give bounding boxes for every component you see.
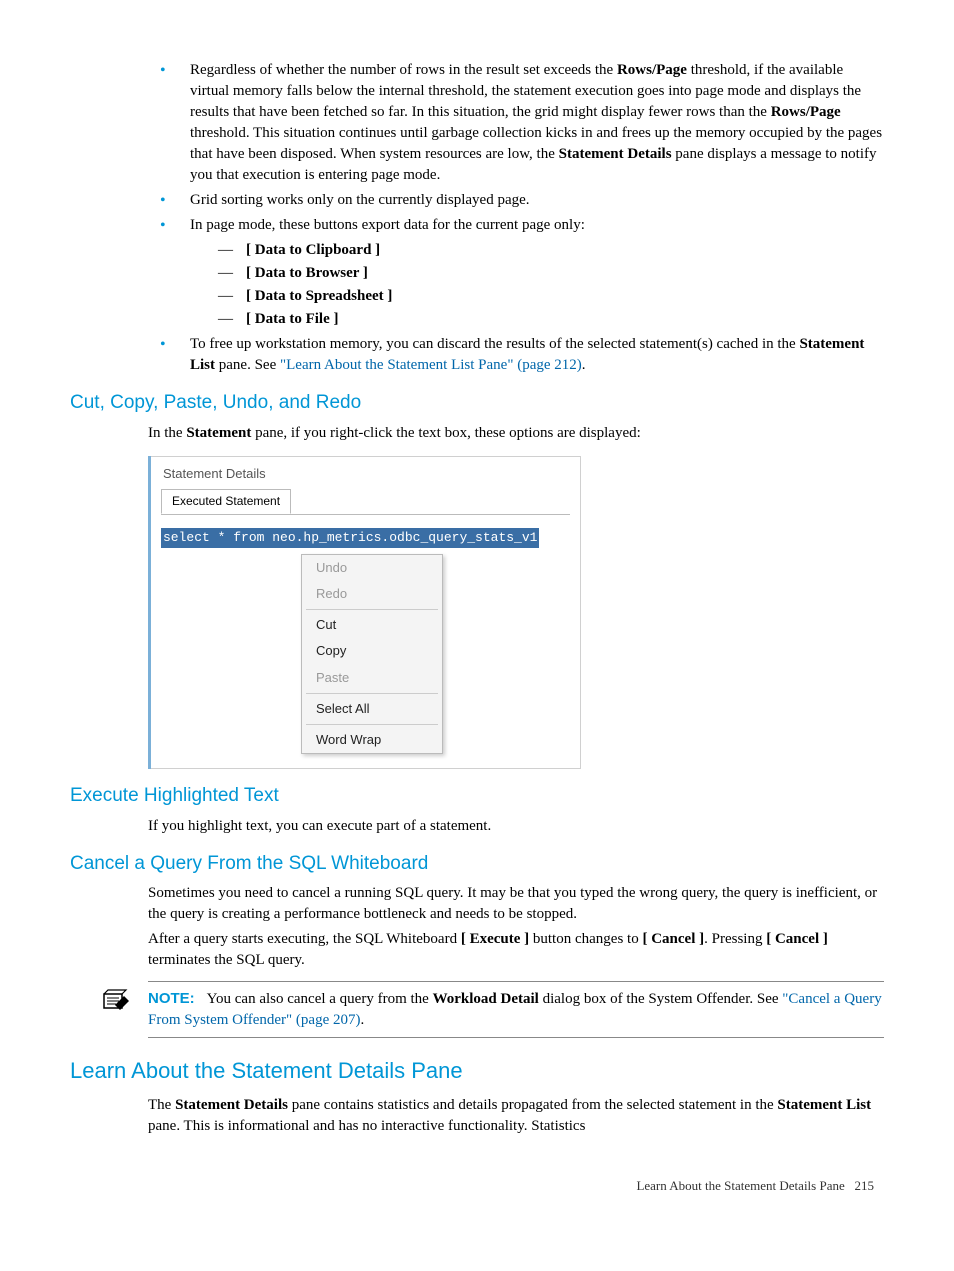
bold-text: Workload Detail [433,991,539,1007]
note-pencil-icon [102,988,130,1012]
paragraph: If you highlight text, you can execute p… [148,816,884,837]
menu-item-select-all[interactable]: Select All [302,696,442,722]
panel-title: Statement Details [161,465,570,483]
menu-item-redo[interactable]: Redo [302,581,442,607]
bold-text: [ Cancel ] [766,931,828,947]
tab-bar: Executed Statement [161,489,570,515]
bullet-item: Grid sorting works only on the currently… [160,190,884,211]
text: The [148,1097,175,1113]
text: In the [148,425,186,441]
menu-item-word-wrap[interactable]: Word Wrap [302,727,442,753]
footer-title: Learn About the Statement Details Pane [636,1178,844,1193]
section-heading-cut-copy: Cut, Copy, Paste, Undo, and Redo [70,390,884,417]
menu-item-copy[interactable]: Copy [302,638,442,664]
page-number: 215 [855,1178,875,1193]
section-heading-learn-about: Learn About the Statement Details Pane [70,1056,884,1087]
sql-text-selected: select * from neo.hp_metrics.odbc_query_… [161,528,539,548]
bold-text: Statement Details [175,1097,288,1113]
bold-text: [ Data to Browser ] [246,265,368,281]
menu-separator [306,724,438,725]
note-box: NOTE: You can also cancel a query from th… [148,981,884,1038]
paragraph: Sometimes you need to cancel a running S… [148,883,884,925]
section-heading-execute-highlighted: Execute Highlighted Text [70,783,884,810]
text: To free up workstation memory, you can d… [190,336,799,352]
bold-text: Statement [186,425,251,441]
bullet-item: Regardless of whether the number of rows… [160,60,884,186]
text: In page mode, these buttons export data … [190,217,585,233]
cross-reference-link[interactable]: "Learn About the Statement List Pane" (p… [280,357,582,373]
paragraph: In the Statement pane, if you right-clic… [148,423,884,444]
note-label: NOTE: [148,990,195,1007]
sub-item: [ Data to Spreadsheet ] [218,286,884,307]
text: After a query starts executing, the SQL … [148,931,461,947]
screenshot-statement-details: Statement Details Executed Statement sel… [148,456,581,769]
menu-item-cut[interactable]: Cut [302,612,442,638]
menu-separator [306,693,438,694]
text: You can also cancel a query from the [207,991,433,1007]
bullet-list: Regardless of whether the number of rows… [70,60,884,376]
tab-executed-statement[interactable]: Executed Statement [161,489,291,514]
sub-item: [ Data to File ] [218,309,884,330]
text: pane contains statistics and details pro… [288,1097,777,1113]
bold-text: Statement List [777,1097,871,1113]
text: button changes to [529,931,642,947]
text: pane. This is informational and has no i… [148,1118,585,1134]
text: . [360,1012,364,1028]
section-heading-cancel-query: Cancel a Query From the SQL Whiteboard [70,851,884,878]
paragraph: After a query starts executing, the SQL … [148,929,884,971]
text: pane. See [215,357,280,373]
bold-text: [ Execute ] [461,931,529,947]
bold-text: [ Data to Spreadsheet ] [246,288,392,304]
text: pane, if you right-click the text box, t… [251,425,640,441]
text: Grid sorting works only on the currently… [190,192,530,208]
menu-item-paste[interactable]: Paste [302,665,442,691]
context-menu: Undo Redo Cut Copy Paste Select All Word… [301,554,443,754]
text: . Pressing [704,931,766,947]
bold-text: [ Data to File ] [246,311,338,327]
menu-item-undo[interactable]: Undo [302,555,442,581]
bullet-item: In page mode, these buttons export data … [160,215,884,330]
bullet-item: To free up workstation memory, you can d… [160,334,884,376]
bold-text: [ Cancel ] [642,931,704,947]
bold-text: [ Data to Clipboard ] [246,242,380,258]
bold-text: Statement Details [559,146,672,162]
sub-item: [ Data to Browser ] [218,263,884,284]
sub-item: [ Data to Clipboard ] [218,240,884,261]
sub-list: [ Data to Clipboard ] [ Data to Browser … [190,240,884,330]
bold-text: Rows/Page [617,62,687,78]
page-footer: Learn About the Statement Details Pane 2… [70,1177,884,1195]
bold-text: Rows/Page [771,104,841,120]
paragraph: The Statement Details pane contains stat… [148,1095,884,1137]
text: . [582,357,586,373]
text: Regardless of whether the number of rows… [190,62,617,78]
text: dialog box of the System Offender. See [539,991,782,1007]
text: terminates the SQL query. [148,952,305,968]
menu-separator [306,609,438,610]
